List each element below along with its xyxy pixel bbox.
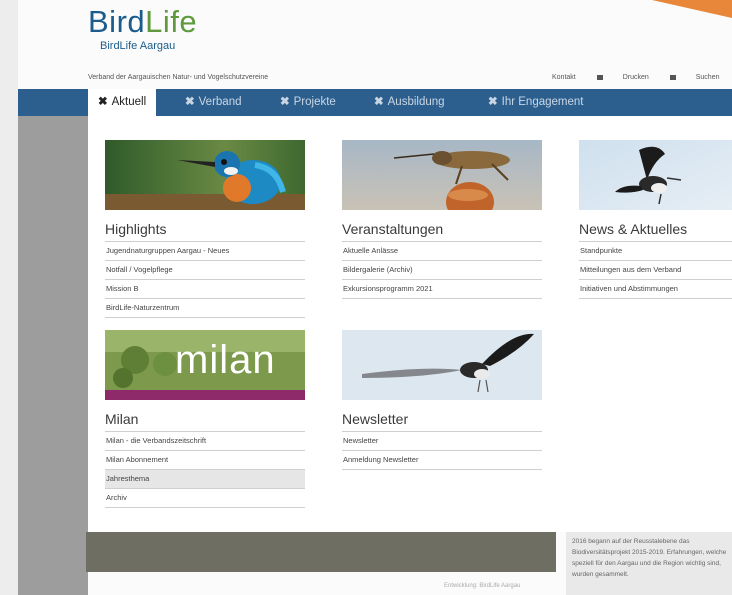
bird-in-flight-image[interactable] [579,140,732,210]
menu-link[interactable]: Anmeldung Newsletter [342,451,542,470]
tab-label: Aktuell [111,96,147,108]
menu-link[interactable]: Standpunkte [579,242,732,261]
menu-column-news: News & Aktuelles Standpunkte Mitteilunge… [579,140,732,299]
menu-link[interactable]: Jugendnaturgruppen Aargau - Neues [105,242,305,261]
grasshopper-photo-icon [342,140,542,210]
print-label: Drucken [622,74,649,81]
menu-link[interactable]: Notfall / Vogelpflege [105,261,305,280]
menu-link[interactable]: Aktuelle Anlässe [342,242,542,261]
page-overlay-left [18,116,88,595]
background-photo-strip [86,532,556,572]
birdlife-logo[interactable]: BirdLife BirdLife Aargau [88,6,197,53]
milan-magazine-image[interactable]: milan [105,330,305,400]
menu-link[interactable]: Archiv [105,489,305,508]
main-navigation: ✖ Aktuell ✖ Verband ✖ Projekte ✖ Ausbildung … [18,89,732,116]
menu-link[interactable]: Bildergalerie (Archiv) [342,261,542,280]
menu-link[interactable]: Newsletter [342,432,542,451]
menu-link[interactable]: Mission B [105,280,305,299]
contact-label: Kontakt [552,74,576,81]
bird-in-flight-photo-icon [579,140,732,210]
menu-column-milan: milan Milan Milan - die Verbandszeitschr… [105,330,305,508]
background-article-text: 2016 begann auf der Reusstalebene das Bi… [572,538,727,578]
wagtail-photo-icon [342,330,542,400]
tab-ihr-engagement[interactable]: ✖ Ihr Engagement [488,89,583,116]
menu-link[interactable]: BirdLife-Naturzentrum [105,299,305,318]
logo-word-life: Life [145,4,198,39]
menu-column-newsletter: Newsletter Newsletter Anmeldung Newslett… [342,330,542,470]
tab-aktuell[interactable]: ✖ Aktuell [88,89,157,116]
close-icon: ✖ [98,96,108,108]
search-link[interactable]: Suchen [696,74,732,81]
section-title-newsletter[interactable]: Newsletter [342,410,542,432]
menu-column-highlights: Highlights Jugendnaturgruppen Aargau - N… [105,140,305,318]
logo-wordmark: BirdLife [88,6,197,38]
tab-ausbildung[interactable]: ✖ Ausbildung [374,89,445,116]
print-icon [669,74,676,80]
grasshopper-image[interactable] [342,140,542,210]
section-title-veranstaltungen[interactable]: Veranstaltungen [342,220,542,242]
wagtail-image[interactable] [342,330,542,400]
close-icon: ✖ [185,96,195,108]
contact-link[interactable]: Kontakt [552,74,603,81]
menu-link[interactable]: Exkursionsprogramm 2021 [342,280,542,299]
tab-label: Ihr Engagement [501,96,584,108]
search-label: Suchen [695,74,720,81]
close-icon: ✖ [374,96,384,108]
mega-menu-panel: Highlights Jugendnaturgruppen Aargau - N… [88,116,732,532]
menu-link[interactable]: Milan - die Verbandszeitschrift [105,432,305,451]
site-tagline: Verband der Aargauischen Natur- und Voge… [88,74,269,81]
section-title-highlights[interactable]: Highlights [105,220,305,242]
tab-projekte[interactable]: ✖ Projekte [280,89,336,116]
tab-label: Verband [198,96,242,108]
menu-column-veranstaltungen: Veranstaltungen Aktuelle Anlässe Bilderg… [342,140,542,299]
kingfisher-photo-icon [105,140,305,210]
menu-link[interactable]: Milan Abonnement [105,451,305,470]
close-icon: ✖ [280,96,290,108]
menu-link[interactable]: Mitteilungen aus dem Verband [579,261,732,280]
menu-link[interactable]: Initiativen und Abstimmungen [579,280,732,299]
brand-corner-decoration [652,0,732,18]
menu-link-highlighted[interactable]: Jahresthema [105,470,305,489]
top-utility-bar: Verband der Aargauischen Natur- und Voge… [88,72,732,84]
milan-image-text: milan [175,338,276,382]
logo-subtitle: BirdLife Aargau [100,40,176,52]
utility-tools: Kontakt Drucken Suchen [552,74,732,81]
section-title-news[interactable]: News & Aktuelles [579,220,732,242]
mail-icon [596,74,603,80]
print-link[interactable]: Drucken [623,74,676,81]
close-icon: ✖ [488,96,498,108]
tab-label: Ausbildung [387,96,445,108]
section-title-milan[interactable]: Milan [105,410,305,432]
logo-word-bird: Bird [88,4,146,39]
tab-verband[interactable]: ✖ Verband [185,89,242,116]
tab-label: Projekte [293,96,336,108]
footer-credit: Entwicklung: BirdLife Aargau [444,583,521,589]
kingfisher-image[interactable] [105,140,305,210]
